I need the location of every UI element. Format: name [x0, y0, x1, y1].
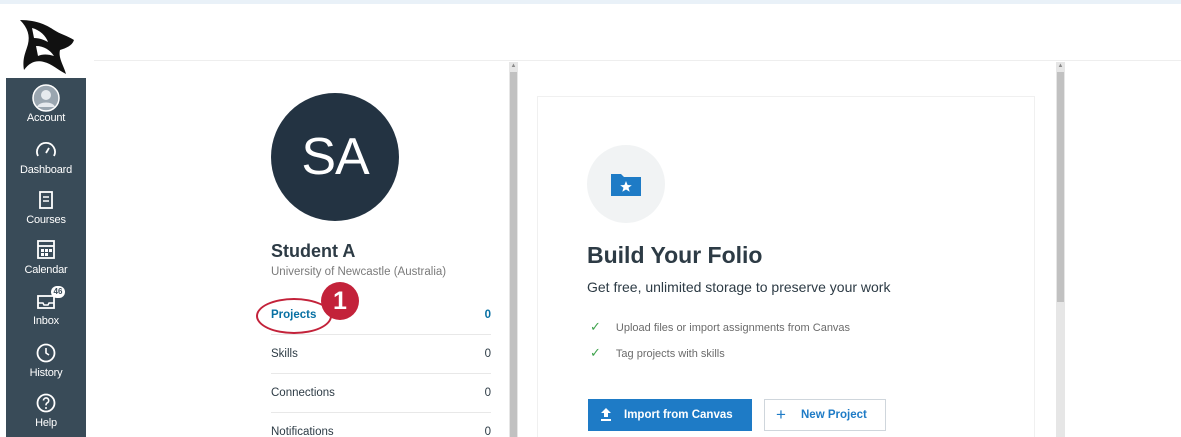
left-panel-scrollbar[interactable]: ▲ [509, 62, 518, 437]
menu-item-label: Notifications [271, 426, 334, 437]
feature-item: ✓ Tag projects with skills [590, 345, 725, 361]
top-band [0, 0, 1181, 4]
header-divider [94, 60, 1181, 61]
help-icon [36, 393, 56, 413]
menu-item-notifications[interactable]: Notifications 0 [271, 413, 491, 437]
folio-subtitle: Get free, unlimited storage to preserve … [587, 279, 891, 295]
new-project-button[interactable]: + New Project [764, 399, 886, 431]
checkmark-icon: ✓ [590, 345, 601, 360]
right-panel-scrollbar[interactable]: ▲ [1056, 62, 1065, 437]
nav-calendar[interactable]: Calendar [6, 236, 86, 286]
feature-item: ✓ Upload files or import assignments from… [590, 319, 850, 335]
nav-menu: Account Dashboard Courses Calendar 46 In… [6, 78, 86, 437]
folder-star-icon [611, 174, 641, 196]
folio-title: Build Your Folio [587, 242, 763, 268]
student-name: Student A [271, 241, 356, 261]
checkmark-icon: ✓ [590, 319, 601, 334]
nav-account-label: Account [26, 112, 66, 124]
step-callout-badge: 1 [321, 282, 359, 320]
nav-courses[interactable]: Courses [6, 186, 86, 236]
nav-calendar-label: Calendar [24, 264, 68, 276]
nav-account[interactable]: Account [6, 84, 86, 134]
menu-item-skills[interactable]: Skills 0 [271, 335, 491, 374]
global-nav: Account Dashboard Courses Calendar 46 In… [0, 0, 86, 437]
feature-text: Upload files or import assignments from … [615, 322, 851, 334]
menu-item-count: 0 [484, 426, 491, 437]
nav-inbox-label: Inbox [33, 315, 59, 327]
upload-icon [601, 408, 611, 421]
nav-help-label: Help [35, 417, 57, 429]
horse-logo-icon [20, 20, 74, 74]
feature-text: Tag projects with skills [615, 348, 725, 360]
plus-icon: + [776, 405, 786, 424]
right-scroll-thumb[interactable] [1057, 72, 1064, 302]
logo[interactable] [6, 6, 86, 78]
menu-item-count: 0 [484, 348, 491, 360]
left-scroll-thumb[interactable] [510, 72, 517, 437]
nav-help[interactable]: Help [6, 389, 86, 437]
nav-history-label: History [29, 367, 63, 379]
nav-inbox[interactable]: 46 Inbox [6, 286, 86, 337]
menu-item-connections[interactable]: Connections 0 [271, 374, 491, 413]
menu-item-count: 0 [484, 309, 491, 321]
university-name: University of Newcastle (Australia) [271, 266, 447, 278]
menu-item-label: Connections [271, 387, 335, 399]
avatar: SA [271, 93, 399, 221]
courses-icon [39, 191, 53, 209]
dashboard-icon [36, 142, 56, 157]
nav-dashboard-label: Dashboard [19, 164, 72, 176]
calendar-icon [37, 240, 55, 259]
nav-dashboard[interactable]: Dashboard [6, 136, 86, 186]
account-icon [32, 84, 60, 112]
menu-item-count: 0 [484, 387, 491, 399]
history-icon [36, 343, 56, 363]
new-project-label: New Project [801, 409, 867, 421]
folder-badge [587, 145, 665, 223]
menu-item-label: Skills [271, 348, 298, 360]
import-button-label: Import from Canvas [624, 409, 733, 421]
scroll-up-icon[interactable]: ▲ [1056, 62, 1065, 70]
import-from-canvas-button[interactable]: Import from Canvas [588, 399, 752, 431]
scroll-up-icon[interactable]: ▲ [509, 62, 518, 70]
nav-courses-label: Courses [26, 214, 66, 226]
inbox-badge: 46 [51, 286, 65, 298]
nav-history[interactable]: History [6, 339, 86, 389]
